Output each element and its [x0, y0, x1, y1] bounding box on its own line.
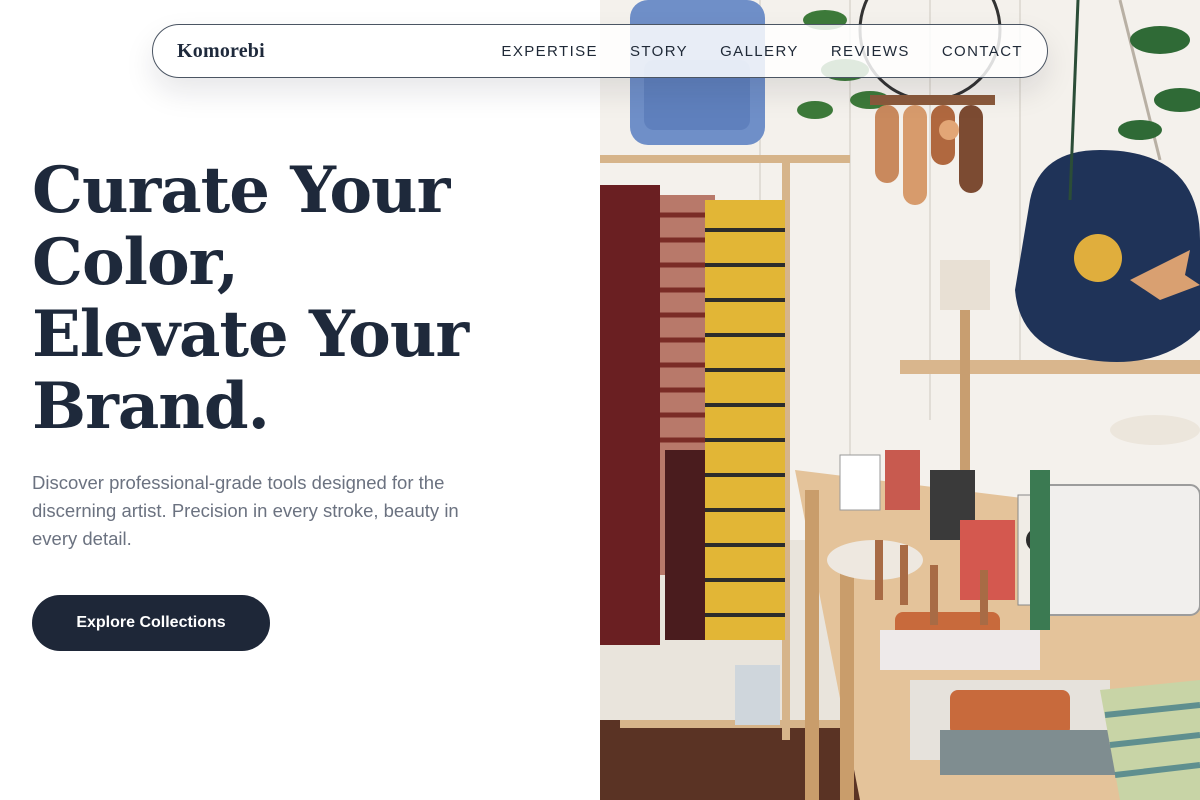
brand-logo[interactable]: Komorebi [177, 40, 265, 63]
boutique-interior-image [600, 0, 1200, 800]
hero-title-line-3: Elevate Your [32, 297, 469, 372]
nav-link-expertise[interactable]: EXPERTISE [501, 43, 598, 60]
nav-link-story[interactable]: STORY [630, 43, 688, 60]
explore-collections-button[interactable]: Explore Collections [32, 595, 270, 651]
hero-title: Curate Your Color, Elevate Your Brand. [32, 155, 572, 443]
hero-section: Curate Your Color, Elevate Your Brand. D… [32, 155, 572, 651]
nav-link-reviews[interactable]: REVIEWS [831, 43, 910, 60]
hero-title-line-2: Color, [32, 225, 239, 300]
nav-links: EXPERTISE STORY GALLERY REVIEWS CONTACT [469, 43, 1023, 60]
nav-link-contact[interactable]: CONTACT [942, 43, 1023, 60]
hero-title-line-4: Brand. [32, 369, 270, 444]
hero-photo [600, 0, 1200, 800]
hero-title-line-1: Curate Your [32, 153, 450, 228]
nav-link-gallery[interactable]: GALLERY [720, 43, 799, 60]
hero-subtitle: Discover professional-grade tools design… [32, 472, 459, 549]
top-navigation: Komorebi EXPERTISE STORY GALLERY REVIEWS… [152, 24, 1048, 78]
